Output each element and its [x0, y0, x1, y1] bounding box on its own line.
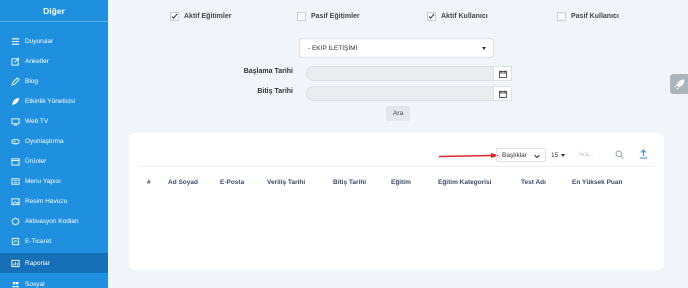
- list-icon: [10, 36, 20, 46]
- sidebar-item-urunler[interactable]: Ürünler: [0, 151, 108, 171]
- active-trainings-checkbox[interactable]: Aktif Eğitimler: [170, 12, 231, 21]
- sidebar-item-blog[interactable]: Blog: [0, 71, 108, 91]
- sidebar-item-label: Aktivasyon Kodları: [25, 217, 79, 225]
- rocket-icon: [10, 96, 20, 106]
- caret-down-icon: [561, 153, 566, 157]
- sidebar-item-resim-havuzu[interactable]: Resim Havuzu: [0, 191, 108, 211]
- page-size-value: 15: [551, 151, 559, 159]
- badge-icon: [10, 216, 20, 226]
- checkbox-box[interactable]: [427, 12, 436, 21]
- checkbox-label: Pasif Eğitimler: [311, 13, 360, 20]
- sidebar-item-label: Oyunlaştırma: [25, 137, 64, 145]
- checkbox-box[interactable]: [297, 12, 306, 21]
- calendar-icon: [498, 90, 507, 98]
- sidebar-item-label: Duyurular: [25, 37, 54, 45]
- sidebar-item-anketler[interactable]: Anketler: [0, 51, 108, 71]
- upload-icon[interactable]: [639, 149, 648, 159]
- table-search-input[interactable]: Ara...: [579, 148, 609, 162]
- pencil-icon: [10, 76, 20, 86]
- main-content: Aktif Eğitimler Pasif Eğitimler Aktif Ku…: [108, 0, 688, 288]
- headings-select[interactable]: Başlıklar: [496, 148, 546, 162]
- checkbox-label: Aktif Kullanıcı: [441, 13, 488, 20]
- red-arrow-annotation: [439, 153, 499, 158]
- page-size-select[interactable]: 15: [551, 148, 573, 162]
- checkbox-box[interactable]: [557, 12, 566, 21]
- tv-icon: [10, 116, 20, 126]
- column-header-training[interactable]: Eğitim: [391, 179, 411, 186]
- report-table-card: Başlıklar 15 Ara... # Ad Soyad E-Posta V…: [129, 133, 664, 270]
- checkbox-label: Pasif Kullanıcı: [571, 13, 619, 20]
- sidebar-item-label: Blog: [25, 77, 39, 85]
- column-header-highest-score[interactable]: En Yüksek Puan: [572, 179, 622, 186]
- sidebar-item-label: Resim Havuzu: [25, 197, 68, 205]
- sidebar-item-sosyal[interactable]: Sosyal: [0, 274, 108, 288]
- team-select-value: - EKİP İLETİŞİMİ: [308, 44, 358, 52]
- sidebar-item-label: Menu Yapısı: [25, 177, 61, 185]
- search-button[interactable]: Ara: [386, 106, 410, 121]
- sidebar-item-label: Etkinlik Yöneticisi: [25, 97, 76, 105]
- users-icon: [10, 279, 20, 288]
- chevron-down-icon: [534, 154, 540, 159]
- column-header-email[interactable]: E-Posta: [220, 179, 244, 186]
- sidebar-header: Diğer: [0, 0, 108, 22]
- column-header-index[interactable]: #: [147, 179, 151, 186]
- caret-down-icon: [482, 47, 486, 50]
- sidebar-item-label: Sosyal: [25, 280, 45, 288]
- image-icon: [10, 196, 20, 206]
- start-date-calendar-button[interactable]: [494, 66, 512, 81]
- sidebar-item-label: E-Ticaret: [25, 237, 52, 245]
- column-header-end-date[interactable]: Bitiş Tarihi: [333, 179, 366, 186]
- end-date-calendar-button[interactable]: [494, 86, 512, 101]
- sidebar-item-raporlar[interactable]: Raporlar: [0, 253, 108, 273]
- headings-select-value: Başlıklar: [502, 151, 527, 159]
- sidebar: Diğer Duyurular Anketler Blog Etkinlik Y…: [0, 0, 108, 288]
- menu-icon: [10, 176, 20, 186]
- sidebar-item-label: Ürünler: [25, 157, 47, 165]
- quick-action-button[interactable]: [670, 74, 688, 94]
- sidebar-item-duyurular[interactable]: Duyurular: [0, 31, 108, 51]
- check-icon: [428, 13, 435, 20]
- gamepad-icon: [10, 136, 20, 146]
- sidebar-item-web-tv[interactable]: Web TV: [0, 111, 108, 131]
- sidebar-item-oyunlastirma[interactable]: Oyunlaştırma: [0, 131, 108, 151]
- search-icon[interactable]: [615, 150, 624, 159]
- rocket-icon: [674, 79, 684, 89]
- passive-users-checkbox[interactable]: Pasif Kullanıcı: [557, 12, 619, 21]
- report-icon: [10, 258, 20, 268]
- end-date-label: Bitiş Tarihi: [257, 88, 293, 95]
- calendar-icon: [498, 70, 507, 78]
- active-users-checkbox[interactable]: Aktif Kullanıcı: [427, 12, 488, 21]
- column-header-training-category[interactable]: Eğitim Kategorisi: [438, 179, 491, 186]
- sidebar-item-menu-yapisi[interactable]: Menu Yapısı: [0, 171, 108, 191]
- cart-icon: [10, 236, 20, 246]
- checkbox-box[interactable]: [170, 12, 179, 21]
- team-select[interactable]: - EKİP İLETİŞİMİ: [299, 38, 494, 58]
- column-header-test-name[interactable]: Test Adı: [521, 179, 546, 186]
- sidebar-item-aktivasyon-kodlari[interactable]: Aktivasyon Kodları: [0, 211, 108, 231]
- sidebar-item-e-ticaret[interactable]: E-Ticaret: [0, 231, 108, 251]
- end-date-input[interactable]: [306, 86, 494, 101]
- sidebar-item-label: Anketler: [25, 57, 49, 65]
- passive-trainings-checkbox[interactable]: Pasif Eğitimler: [297, 12, 360, 21]
- checkbox-label: Aktif Eğitimler: [184, 13, 232, 20]
- check-icon: [171, 13, 178, 20]
- sidebar-item-label: Web TV: [25, 117, 49, 125]
- sidebar-item-etkinlik-yoneticisi[interactable]: Etkinlik Yöneticisi: [0, 91, 108, 111]
- toolbar-divider: [139, 166, 654, 167]
- start-date-label: Başlama Tarihi: [243, 68, 293, 75]
- edit-icon: [10, 56, 20, 66]
- column-header-issue-date[interactable]: Veriliş Tarihi: [267, 179, 305, 186]
- column-header-name[interactable]: Ad Soyad: [168, 179, 198, 186]
- sidebar-item-label: Raporlar: [25, 259, 50, 267]
- box-icon: [10, 156, 20, 166]
- start-date-input[interactable]: [306, 66, 494, 81]
